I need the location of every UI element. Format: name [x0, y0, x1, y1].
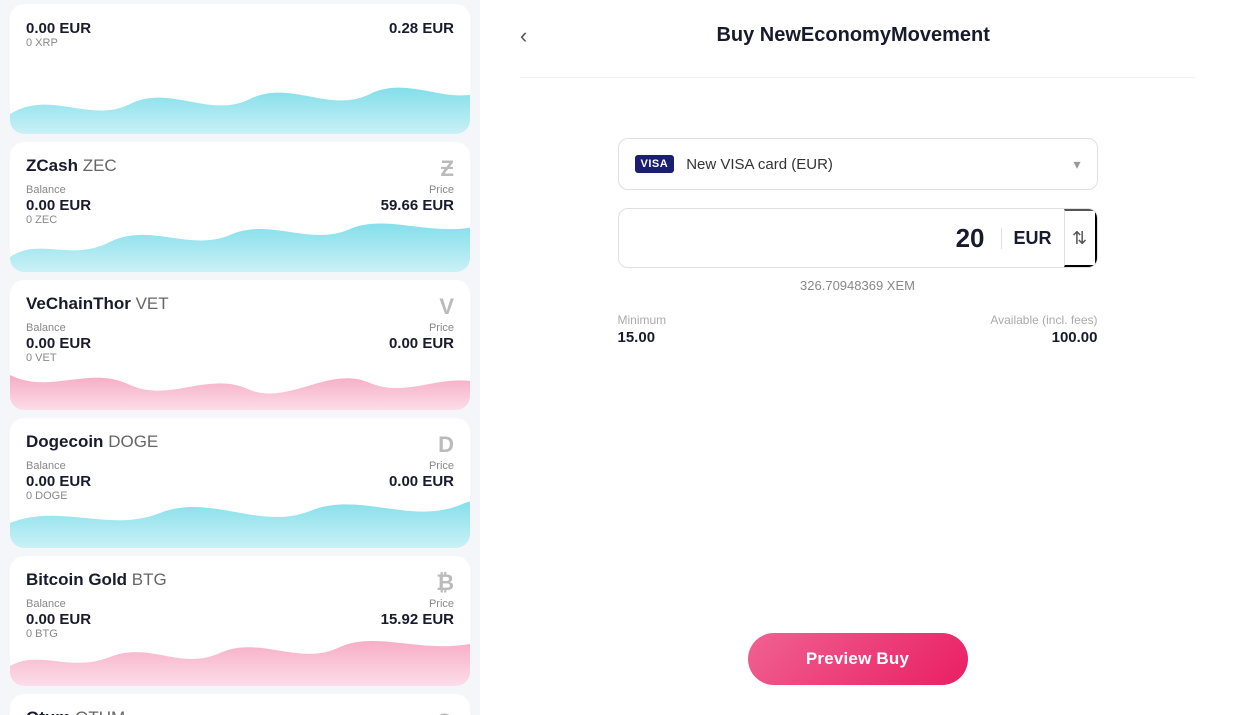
preview-btn-wrap: Preview Buy [520, 593, 1195, 715]
zcash-balance-eur: 0.00 EUR [26, 197, 91, 214]
minimum-label: Minimum [618, 313, 667, 327]
coin-name-qtum: Qtum QTUM [26, 708, 125, 715]
conversion-text: 326.70948369 XEM [618, 278, 1098, 293]
coin-icon-zcash: Ƶ [441, 156, 454, 182]
coin-card-xrp[interactable]: 0.00 EUR 0 XRP 0.28 EUR [10, 4, 470, 134]
coin-card-vechain[interactable]: VeChainThor VET V Balance 0.00 EUR 0 VET… [10, 280, 470, 410]
coin-name-vechain: VeChainThor VET [26, 294, 169, 314]
doge-balance-unit: 0 DOGE [26, 490, 91, 502]
xrp-price-eur: 0.28 EUR [389, 20, 454, 37]
coin-card-qtum[interactable]: Qtum QTUM ◎ [10, 694, 470, 715]
doge-price-eur: 0.00 EUR [389, 473, 454, 490]
panel-header: ‹ Buy NewEconomyMovement [520, 0, 1195, 78]
amount-input-row: EUR ⇅ [618, 208, 1098, 268]
coin-card-dogecoin[interactable]: Dogecoin DOGE D Balance 0.00 EUR 0 DOGE … [10, 418, 470, 548]
limits-row: Minimum 15.00 Available (incl. fees) 100… [618, 313, 1098, 346]
payment-label: New VISA card (EUR) [686, 156, 1073, 173]
available-limit: Available (incl. fees) 100.00 [990, 313, 1097, 346]
chevron-down-icon: ▾ [1073, 156, 1080, 173]
page-title: Buy NewEconomyMovement [547, 24, 1159, 47]
vechain-price-label: Price [389, 322, 454, 334]
zcash-balance-unit: 0 ZEC [26, 214, 91, 226]
xrp-chart [10, 69, 470, 134]
xrp-balance-unit: 0 XRP [26, 37, 91, 49]
coin-name-dogecoin: Dogecoin DOGE [26, 432, 158, 452]
btg-price-eur: 15.92 EUR [381, 611, 454, 628]
minimum-value: 15.00 [618, 329, 667, 346]
available-value: 100.00 [1052, 329, 1098, 346]
coin-name-zcash: ZCash ZEC [26, 156, 117, 176]
coin-icon-dogecoin: D [438, 432, 454, 458]
btg-price-label: Price [381, 598, 454, 610]
vechain-balance-label: Balance [26, 322, 91, 334]
amount-input[interactable] [619, 223, 1001, 254]
coin-icon-btg: ₿ [436, 570, 454, 596]
doge-price-label: Price [389, 460, 454, 472]
payment-method-dropdown[interactable]: VISA New VISA card (EUR) ▾ [618, 138, 1098, 190]
zcash-price-label: Price [381, 184, 454, 196]
btg-balance-unit: 0 BTG [26, 628, 91, 640]
buy-form: VISA New VISA card (EUR) ▾ EUR ⇅ 326.709… [520, 78, 1195, 593]
minimum-limit: Minimum 15.00 [618, 313, 667, 346]
zcash-price-eur: 59.66 EUR [381, 197, 454, 214]
zcash-balance-label: Balance [26, 184, 91, 196]
available-label: Available (incl. fees) [990, 313, 1097, 327]
xrp-balance-eur: 0.00 EUR [26, 20, 91, 37]
vechain-balance-unit: 0 VET [26, 352, 91, 364]
doge-balance-label: Balance [26, 460, 91, 472]
doge-balance-eur: 0.00 EUR [26, 473, 91, 490]
coin-card-zcash[interactable]: ZCash ZEC Ƶ Balance 0.00 EUR 0 ZEC Price… [10, 142, 470, 272]
vechain-price-eur: 0.00 EUR [389, 335, 454, 352]
swap-button[interactable]: ⇅ [1064, 209, 1097, 267]
coin-icon-vechain: V [439, 294, 454, 320]
currency-label: EUR [1001, 228, 1064, 249]
buy-panel: ‹ Buy NewEconomyMovement VISA New VISA c… [480, 0, 1235, 715]
visa-badge: VISA [635, 155, 675, 173]
coin-list[interactable]: 0.00 EUR 0 XRP 0.28 EUR ZCash [0, 0, 480, 715]
coin-icon-qtum: ◎ [435, 708, 454, 715]
btg-balance-label: Balance [26, 598, 91, 610]
vechain-balance-eur: 0.00 EUR [26, 335, 91, 352]
preview-buy-button[interactable]: Preview Buy [748, 633, 968, 685]
coin-name-btg: Bitcoin Gold BTG [26, 570, 167, 590]
btg-balance-eur: 0.00 EUR [26, 611, 91, 628]
back-button[interactable]: ‹ [520, 25, 527, 47]
coin-card-btg[interactable]: Bitcoin Gold BTG ₿ Balance 0.00 EUR 0 BT… [10, 556, 470, 686]
